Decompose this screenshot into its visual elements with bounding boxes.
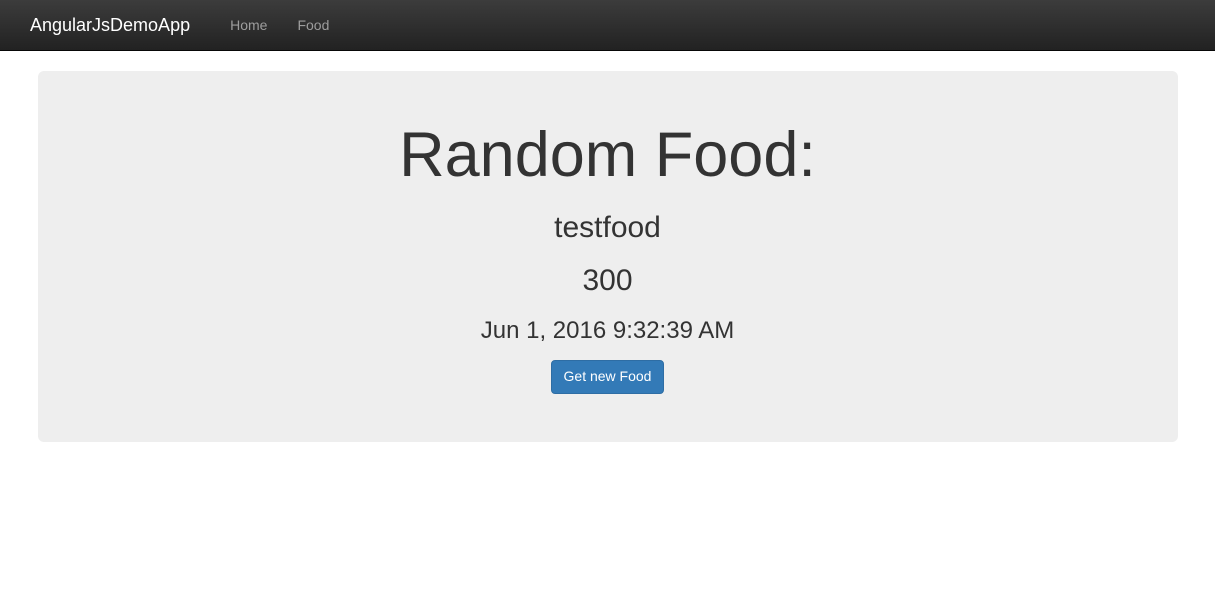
timestamp: Jun 1, 2016 9:32:39 AM [98,317,1118,345]
nav-link-home[interactable]: Home [215,0,282,50]
nav-link-food[interactable]: Food [282,0,344,50]
food-name: testfood [98,211,1118,244]
get-new-food-button[interactable]: Get new Food [551,360,665,394]
page-title: Random Food: [98,119,1118,191]
navbar-brand[interactable]: AngularJsDemoApp [15,0,205,50]
main-container: Random Food: testfood 300 Jun 1, 2016 9:… [23,71,1193,442]
navbar-nav: Home Food [215,0,344,50]
navbar: AngularJsDemoApp Home Food [0,0,1215,51]
nav-item-food: Food [282,0,344,50]
jumbotron: Random Food: testfood 300 Jun 1, 2016 9:… [38,71,1178,442]
nav-item-home: Home [215,0,282,50]
food-value: 300 [98,264,1118,297]
